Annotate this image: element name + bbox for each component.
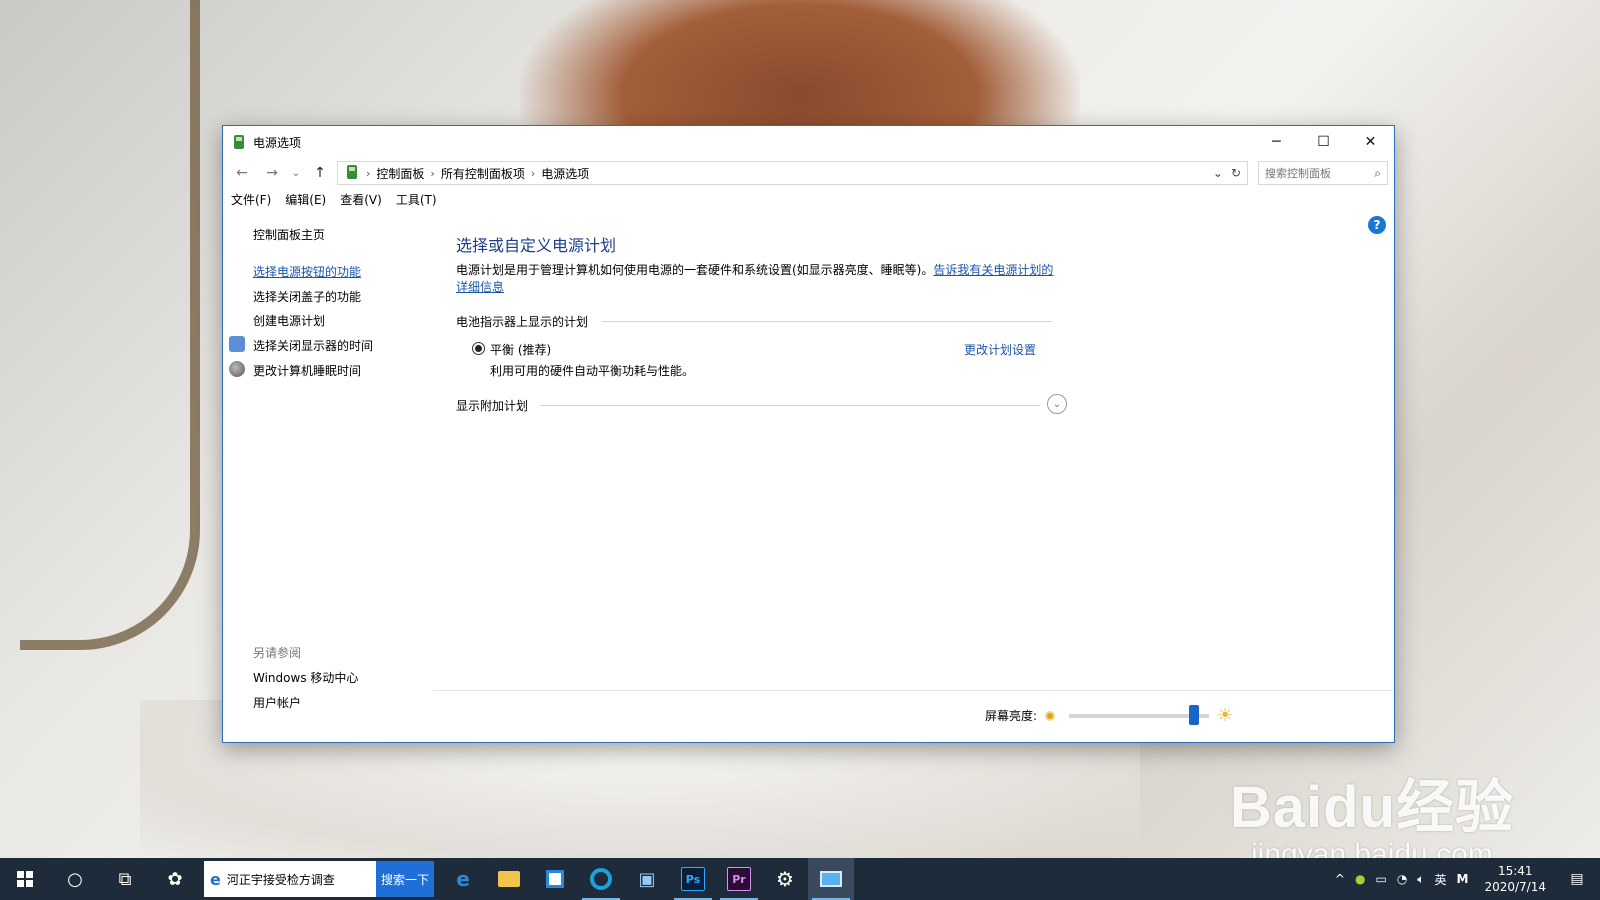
control-panel-taskbar-icon[interactable] <box>808 858 854 900</box>
recent-locations-chevron-icon[interactable]: ⌄ <box>289 161 303 185</box>
ime-language-indicator[interactable]: 英 <box>1435 871 1447 888</box>
change-plan-settings-link[interactable]: 更改计划设置 <box>964 341 1036 358</box>
search-box[interactable]: ⌕ <box>1258 161 1388 185</box>
brightness-label: 屏幕亮度: <box>985 709 1038 723</box>
taskbar-search-button[interactable]: 搜索一下 <box>376 861 434 897</box>
ie-browser-icon: e <box>210 869 221 889</box>
close-button[interactable]: ✕ <box>1347 126 1394 158</box>
breadcrumb-power-options[interactable]: 电源选项 <box>541 165 589 182</box>
maximize-button[interactable]: ☐ <box>1300 126 1347 158</box>
battery-group-title: 电池指示器上显示的计划 <box>456 315 589 329</box>
navigation-bar: ← → ⌄ ↑ › 控制面板 › 所有控制面板项 › 电源选项 ⌄ ↻ ⌕ <box>223 158 1394 188</box>
menu-view[interactable]: 查看(V) <box>340 191 382 208</box>
plan-name[interactable]: 平衡 (推荐) <box>490 341 551 358</box>
breadcrumb-all-items[interactable]: 所有控制面板项 <box>441 165 525 182</box>
show-additional-plans-label[interactable]: 显示附加计划 <box>456 397 528 414</box>
brightness-slider-thumb[interactable] <box>1188 704 1199 725</box>
title-bar[interactable]: 电源选项 ─ ☐ ✕ <box>223 126 1394 158</box>
edge-browser-icon[interactable]: e <box>440 858 486 900</box>
additional-plans-divider <box>540 405 1040 406</box>
store-icon[interactable] <box>532 858 578 900</box>
search-icon[interactable]: ⌕ <box>1374 166 1381 181</box>
file-explorer-icon[interactable] <box>486 858 532 900</box>
back-arrow-icon[interactable]: ← <box>229 161 255 185</box>
forward-arrow-icon[interactable]: → <box>259 161 285 185</box>
monitor-icon <box>229 336 245 352</box>
page-description: 电源计划是用于管理计算机如何使用电源的一套硬件和系统设置(如显示器亮度、睡眠等)… <box>456 262 1056 296</box>
see-also-user-accounts[interactable]: 用户帐户 <box>253 694 301 711</box>
wallpaper-cord <box>20 0 200 650</box>
photoshop-label: Ps <box>681 867 705 891</box>
main-panel: ? 选择或自定义电源计划 电源计划是用于管理计算机如何使用电源的一套硬件和系统设… <box>456 212 1394 742</box>
address-dropdown-icon[interactable]: ⌄ <box>1213 166 1223 180</box>
power-options-window: 电源选项 ─ ☐ ✕ ← → ⌄ ↑ › 控制面板 › 所有控制面板项 › 电源… <box>222 125 1395 743</box>
minimize-button[interactable]: ─ <box>1253 126 1300 158</box>
description-text: 电源计划是用于管理计算机如何使用电源的一套硬件和系统设置(如显示器亮度、睡眠等)… <box>456 263 934 277</box>
task-view-icon[interactable]: ⧉ <box>100 858 150 900</box>
refresh-icon[interactable]: ↻ <box>1231 166 1241 180</box>
premiere-label: Pr <box>727 867 751 891</box>
browser-q-icon[interactable] <box>578 858 624 900</box>
sidebar-link-create-plan[interactable]: 创建电源计划 <box>253 312 325 329</box>
bright-sun-icon: ☀ <box>1217 705 1234 726</box>
volume-icon[interactable]: 🔈︎ <box>1417 872 1424 887</box>
menu-bar: 文件(F) 编辑(E) 查看(V) 工具(T) <box>223 188 1394 210</box>
pinwheel-app-icon[interactable]: ✿ <box>150 858 200 900</box>
window-title: 电源选项 <box>253 135 302 150</box>
taskbar-search-text[interactable]: 河正宇接受检方调查 <box>227 871 335 888</box>
see-also-mobility-center[interactable]: Windows 移动中心 <box>253 669 358 686</box>
show-hidden-icons-chevron-icon[interactable]: ^ <box>1335 872 1345 886</box>
plan-description: 利用可用的硬件自动平衡功耗与性能。 <box>490 364 695 378</box>
control-panel-icon <box>344 164 360 183</box>
breadcrumb-control-panel[interactable]: 控制面板 <box>376 165 424 182</box>
expand-chevron-icon[interactable]: ⌄ <box>1047 394 1067 414</box>
network-app-icon[interactable]: ▣ <box>624 858 670 900</box>
wifi-icon[interactable]: ◔ <box>1397 872 1407 886</box>
input-mode-indicator[interactable]: M <box>1457 872 1469 886</box>
sidebar-link-close-lid[interactable]: 选择关闭盖子的功能 <box>253 288 361 305</box>
see-also-title: 另请参阅 <box>253 646 302 660</box>
menu-tools[interactable]: 工具(T) <box>396 191 437 208</box>
brightness-slider[interactable] <box>1069 704 1210 725</box>
cortana-circle-icon[interactable]: ○ <box>50 858 100 900</box>
menu-file[interactable]: 文件(F) <box>231 191 271 208</box>
brightness-footer: 屏幕亮度: ☀ <box>433 690 1394 742</box>
search-input[interactable] <box>1265 166 1375 180</box>
premiere-icon[interactable]: Pr <box>716 858 762 900</box>
up-arrow-icon[interactable]: ↑ <box>307 161 333 185</box>
security-app-icon[interactable]: ● <box>1355 872 1365 886</box>
battery-icon[interactable]: ▭ <box>1375 872 1386 886</box>
content-area: 控制面板主页 选择电源按钮的功能 选择关闭盖子的功能 创建电源计划 选择关闭显示… <box>223 212 1394 742</box>
sidebar-link-display-off[interactable]: 选择关闭显示器的时间 <box>253 337 373 354</box>
breadcrumb-separator-icon: › <box>530 166 536 180</box>
clock[interactable]: 15:41 2020/7/14 <box>1478 863 1552 895</box>
clock-date: 2020/7/14 <box>1484 880 1546 894</box>
help-icon[interactable]: ? <box>1368 216 1386 234</box>
power-options-icon <box>231 134 247 150</box>
dim-sun-icon <box>1045 710 1056 721</box>
moon-sleep-icon <box>229 361 245 377</box>
baidu-watermark: Baidu经验 jingyan.baidu.com <box>1230 760 1514 872</box>
group-divider <box>602 321 1052 322</box>
address-bar[interactable]: › 控制面板 › 所有控制面板项 › 电源选项 ⌄ ↻ <box>337 161 1248 185</box>
menu-edit[interactable]: 编辑(E) <box>285 191 326 208</box>
action-center-icon[interactable]: ▤ <box>1562 858 1592 900</box>
task-sidebar: 控制面板主页 选择电源按钮的功能 选择关闭盖子的功能 创建电源计划 选择关闭显示… <box>223 212 433 742</box>
photoshop-icon[interactable]: Ps <box>670 858 716 900</box>
sidebar-link-power-button[interactable]: 选择电源按钮的功能 <box>253 263 361 280</box>
sidebar-link-sleep-time[interactable]: 更改计算机睡眠时间 <box>253 362 361 379</box>
settings-gear-icon[interactable]: ⚙ <box>762 858 808 900</box>
taskbar-search-box[interactable]: e 河正宇接受检方调查 <box>204 861 376 897</box>
taskbar: ○ ⧉ ✿ e 河正宇接受检方调查 搜索一下 e ▣ Ps Pr ⚙ ^ ● ▭… <box>0 858 1600 900</box>
breadcrumb-separator-icon: › <box>366 166 371 180</box>
clock-time: 15:41 <box>1497 864 1533 878</box>
plan-radio-balanced[interactable] <box>472 342 485 355</box>
breadcrumb-separator-icon: › <box>430 166 435 180</box>
system-tray: ^ ● ▭ ◔ 🔈︎ 英 M 15:41 2020/7/14 ▤ <box>1335 858 1600 900</box>
watermark-brand: Baidu经验 <box>1229 775 1514 840</box>
page-heading: 选择或自定义电源计划 <box>456 236 617 255</box>
windows-start-icon[interactable] <box>0 858 50 900</box>
sidebar-control-panel-home[interactable]: 控制面板主页 <box>253 226 325 243</box>
